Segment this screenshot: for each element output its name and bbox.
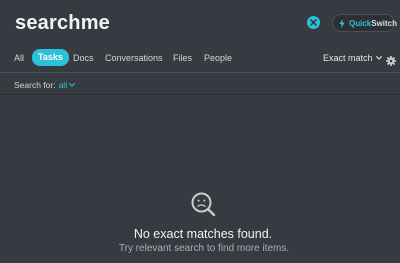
- clear-search-button[interactable]: [307, 16, 320, 29]
- settings-button[interactable]: [386, 53, 396, 66]
- search-scope: Search for: all: [14, 80, 76, 90]
- chevron-down-icon: [375, 56, 382, 60]
- search-bar: searchme Quick Switch: [0, 0, 400, 46]
- tab-tasks[interactable]: Tasks: [32, 49, 69, 66]
- tab-conversations[interactable]: Conversations: [105, 50, 163, 66]
- lightning-icon: [339, 18, 345, 28]
- tab-files[interactable]: Files: [173, 50, 192, 66]
- empty-state-title: No exact matches found.: [133, 227, 273, 241]
- sad-search-icon: [191, 192, 216, 217]
- quickswitch-label-quick: Quick: [349, 18, 372, 28]
- tab-all[interactable]: All: [14, 50, 24, 66]
- scope-label: Search for:: [14, 80, 56, 90]
- close-icon: [310, 19, 317, 26]
- scope-divider: [0, 94, 400, 95]
- search-input[interactable]: searchme: [15, 12, 110, 35]
- empty-state-subtitle: Try relevant search to find more items.: [118, 243, 290, 254]
- match-mode-label: Exact match: [323, 53, 373, 63]
- gear-icon: [386, 56, 396, 66]
- chevron-down-icon: [69, 83, 76, 87]
- scope-value: all: [58, 80, 68, 90]
- quickswitch-label-switch: Switch: [371, 18, 398, 28]
- tab-docs[interactable]: Docs: [73, 50, 94, 66]
- quickswitch-button[interactable]: Quick Switch: [332, 14, 398, 32]
- tab-people[interactable]: People: [204, 50, 232, 66]
- match-mode-dropdown[interactable]: Exact match: [323, 53, 382, 63]
- filter-tabs: All Tasks Docs Conversations Files Peopl…: [0, 46, 400, 70]
- scope-dropdown[interactable]: all: [59, 80, 76, 90]
- header-divider: [0, 72, 400, 73]
